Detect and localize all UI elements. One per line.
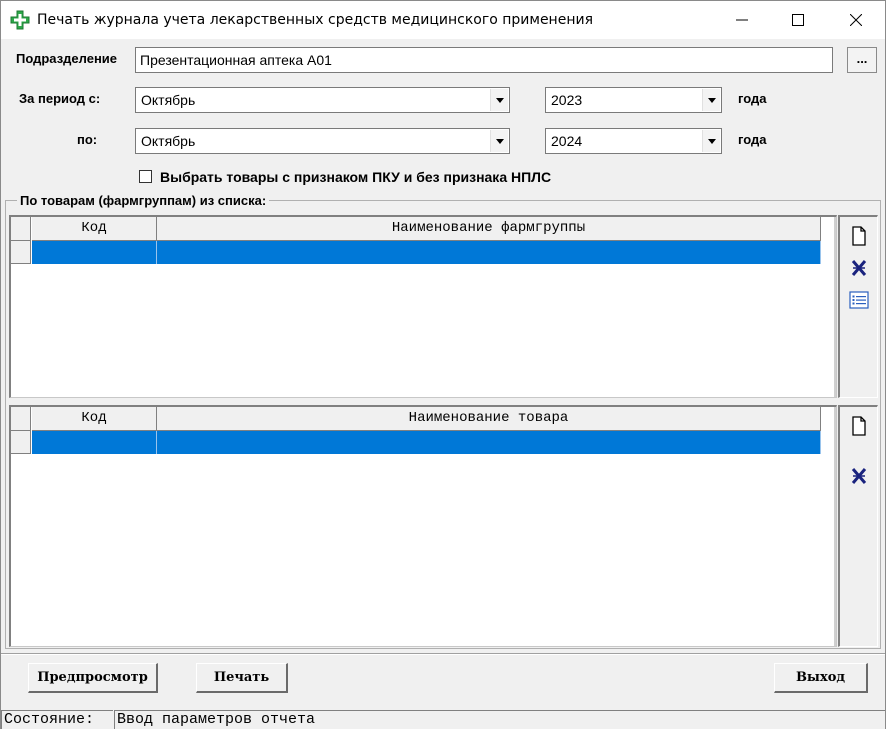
pku-checkbox-label[interactable]: Выбрать товары с признаком ПКУ и без при… [160, 169, 551, 185]
green-cross-icon [10, 10, 30, 30]
year-suffix-from: года [738, 91, 767, 106]
product-filter-caption: По товарам (фармгруппам) из списка: [17, 193, 270, 208]
year-to-value: 2024 [551, 133, 583, 149]
department-label: Подразделение [16, 51, 118, 66]
year-from-select[interactable]: 2023 [545, 87, 722, 113]
new-document-icon[interactable] [848, 415, 870, 437]
period-from-label: За период с: [19, 91, 101, 106]
column-header-pharmgroup-name[interactable]: Наименование фармгруппы [157, 217, 821, 241]
dialog-body: Подразделение Презентационная аптека А01… [1, 39, 885, 729]
month-from-select[interactable]: Октябрь [135, 87, 510, 113]
pharmgroup-grid[interactable]: Код Наименование фармгруппы [9, 215, 837, 398]
department-browse-button[interactable]: ... [847, 47, 877, 73]
pharmgroup-toolbar [838, 215, 878, 398]
table-row-name-cell[interactable] [157, 431, 821, 454]
grid-indicator-header [11, 407, 31, 431]
title-bar: Печать журнала учета лекарственных средс… [1, 1, 885, 39]
chevron-down-icon[interactable] [490, 130, 508, 152]
row-indicator[interactable] [11, 241, 31, 264]
window-title: Печать журнала учета лекарственных средс… [37, 12, 594, 28]
new-document-icon[interactable] [848, 225, 870, 247]
chevron-down-icon[interactable] [702, 89, 720, 111]
department-field[interactable]: Презентационная аптека А01 [135, 47, 833, 73]
print-button[interactable]: Печать [196, 663, 288, 693]
maximize-button[interactable] [775, 1, 821, 39]
close-icon [850, 14, 862, 26]
minimize-button[interactable] [719, 1, 765, 39]
column-header-code[interactable]: Код [32, 217, 157, 241]
month-to-select[interactable]: Октябрь [135, 128, 510, 154]
table-row-name-cell[interactable] [157, 241, 821, 264]
status-bar: Состояние: Ввод параметров отчета [1, 709, 885, 729]
chevron-down-icon[interactable] [702, 130, 720, 152]
period-to-label: по: [77, 132, 98, 147]
table-row-code-cell[interactable] [32, 241, 157, 264]
product-grid[interactable]: Код Наименование товара [9, 405, 837, 647]
pku-checkbox[interactable] [139, 170, 152, 183]
chevron-down-icon[interactable] [490, 89, 508, 111]
report-window: Печать журнала учета лекарственных средс… [0, 0, 886, 729]
delete-icon[interactable] [848, 257, 870, 279]
column-header-code[interactable]: Код [32, 407, 157, 431]
footer-divider [1, 653, 885, 655]
preview-button[interactable]: Предпросмотр [28, 663, 158, 693]
maximize-icon [792, 14, 804, 26]
status-label: Состояние: [1, 710, 113, 729]
list-icon[interactable] [848, 289, 870, 311]
status-text: Ввод параметров отчета [114, 710, 885, 729]
month-to-value: Октябрь [141, 133, 196, 149]
close-button[interactable] [833, 1, 879, 39]
product-toolbar [838, 405, 878, 647]
minimize-icon [736, 19, 748, 21]
year-to-select[interactable]: 2024 [545, 128, 722, 154]
month-from-value: Октябрь [141, 92, 196, 108]
table-row-code-cell[interactable] [32, 431, 157, 454]
year-from-value: 2023 [551, 92, 583, 108]
delete-icon[interactable] [848, 465, 870, 487]
column-header-product-name[interactable]: Наименование товара [157, 407, 821, 431]
grid-edge [834, 407, 836, 646]
grid-indicator-header [11, 217, 31, 241]
grid-edge [834, 217, 836, 397]
row-indicator[interactable] [11, 431, 31, 454]
year-suffix-to: года [738, 132, 767, 147]
exit-button[interactable]: Выход [774, 663, 868, 693]
